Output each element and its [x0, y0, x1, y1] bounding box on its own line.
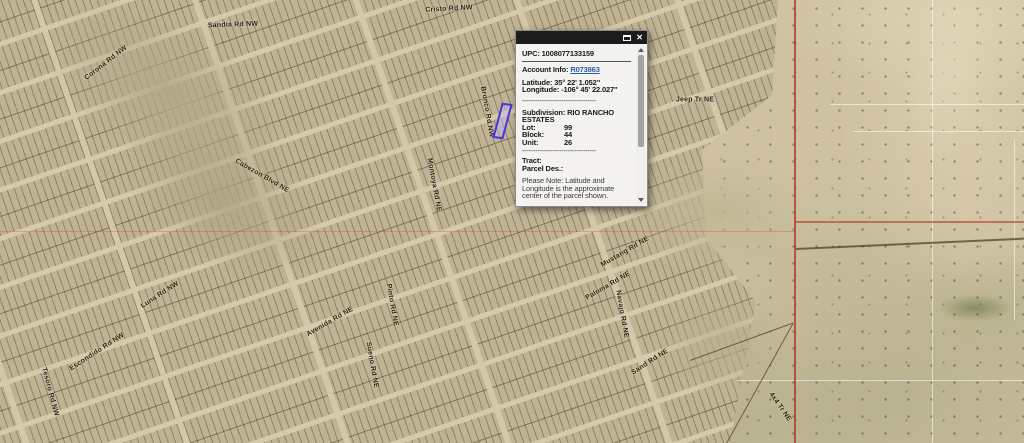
- subdivision-row: Subdivision: RIO RANCHO ESTATES: [522, 109, 633, 124]
- section-line: [853, 131, 1024, 132]
- popup-scrollbar[interactable]: [636, 46, 646, 204]
- longitude-value: Longitude: -106° 45' 22.027": [522, 86, 633, 93]
- dashed-separator: ----------------------------------: [522, 148, 633, 155]
- boundary-line-horizontal: [795, 221, 1024, 223]
- scrollbar-track[interactable]: [637, 54, 645, 196]
- parcel-info-popup: ✕ UPC: 1008077133159 Account Info: R0738…: [515, 30, 648, 207]
- unit-value: 26: [564, 139, 572, 146]
- parcel-des-label: Parcel Des.:: [522, 165, 633, 172]
- block-row: Block: 44: [522, 131, 633, 138]
- popup-titlebar[interactable]: ✕: [516, 31, 647, 44]
- boundary-line-faint: [0, 231, 795, 232]
- scroll-up-arrow[interactable]: [638, 48, 644, 52]
- account-info-row: Account Info: R073863: [522, 66, 633, 73]
- dashed-separator: ----------------------------------: [522, 98, 633, 105]
- divider: [522, 61, 631, 62]
- account-link[interactable]: R073863: [570, 65, 599, 74]
- scroll-down-arrow[interactable]: [638, 198, 644, 202]
- close-icon[interactable]: ✕: [636, 34, 643, 42]
- street-label: Jeep Tr NE: [676, 97, 714, 104]
- section-line: [1014, 140, 1015, 320]
- section-line: [737, 380, 1024, 381]
- popup-note: Please Note: Latitude and Longitude is t…: [522, 177, 633, 200]
- scrollbar-thumb[interactable]: [638, 55, 644, 147]
- popup-body: UPC: 1008077133159 Account Info: R073863…: [516, 44, 635, 206]
- account-info-label: Account Info:: [522, 65, 568, 74]
- map-viewport[interactable]: Sandia Rd NWCorona Rd NWCristo Rd NWBron…: [0, 0, 1024, 443]
- section-line: [830, 104, 1024, 105]
- upc-value: UPC: 1008077133159: [522, 50, 633, 57]
- unit-row: Unit: 26: [522, 139, 633, 146]
- maximize-icon[interactable]: [623, 35, 631, 41]
- unit-label: Unit:: [522, 139, 564, 146]
